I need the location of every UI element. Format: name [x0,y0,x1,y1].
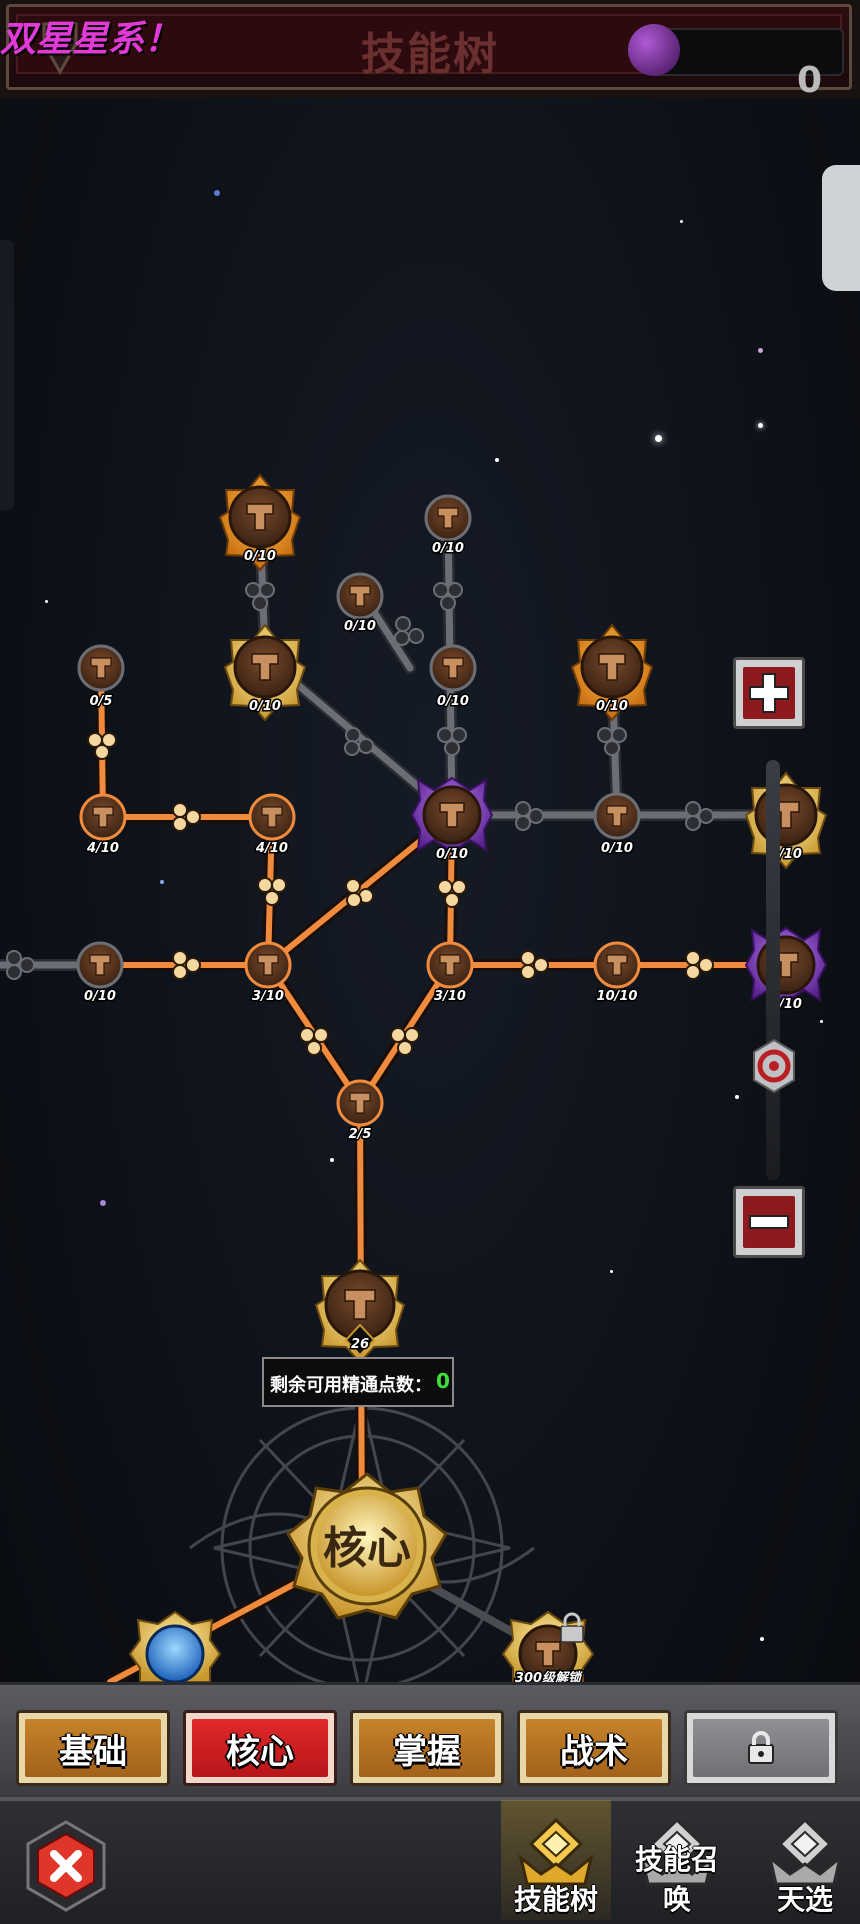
skill-node[interactable]: 0/10 [429,644,477,711]
purple-orb-icon [628,24,680,76]
mastery-level: 26 [351,1337,369,1352]
skill-tree-canvas[interactable]: 0/10 0/10 0/10 0/5 0/10 0/10 0/10 4/10 4… [0,0,860,1682]
plus-icon [749,673,789,713]
skill-node[interactable]: 3/10 [244,941,292,1006]
skill-node[interactable]: 0/10 [76,941,124,1006]
nav-skill-tree-label: 技能树 [513,1883,598,1916]
category-tab-bar: 基础 核心 掌握 战术 [0,1682,860,1797]
skill-node[interactable]: 0/10 [410,776,494,864]
tab-basic[interactable]: 基础 [16,1710,170,1786]
skill-node[interactable]: 0/5 [77,644,125,711]
skill-node[interactable]: 0/10 [223,623,307,722]
locked-skill-node[interactable]: 300级解锁 [501,1610,595,1682]
header-bar: 技能树 双星星系！ 0 [0,0,860,101]
target-icon[interactable] [746,1038,802,1094]
skill-node-level: 0/10 [437,694,469,709]
skill-node[interactable]: 0/10 [570,623,654,722]
skill-node[interactable]: 0/10 [744,771,828,870]
lock-icon [560,1612,584,1643]
zoom-out-button[interactable] [733,1186,805,1258]
tab-basic-label: 基础 [25,1719,161,1777]
mastery-node[interactable]: 26 [314,1258,406,1364]
lock-icon [748,1731,774,1764]
zoom-in-button[interactable] [733,657,805,729]
tab-mastery[interactable]: 掌握 [350,1710,504,1786]
currency-value: 0 [796,60,822,101]
close-button[interactable] [18,1818,114,1914]
nav-skill-summon[interactable]: 技能召唤 [622,1800,732,1920]
remaining-points-box: 剩余可用精通点数： 0 [262,1357,454,1407]
tab-mastery-label: 掌握 [359,1719,495,1777]
remaining-points-label: 剩余可用精通点数： [270,1375,432,1396]
scrolling-announcement: 双星星系！ [0,19,181,60]
tab-tactics[interactable]: 战术 [517,1710,671,1786]
skill-node[interactable]: 2/5 [336,1079,384,1144]
nav-skill-summon-label: 技能召唤 [634,1843,719,1916]
skill-node[interactable]: 4/10 [248,793,296,858]
locked-node-caption: 300级解锁 [515,1670,583,1682]
skill-node-level: 0/10 [432,541,464,556]
side-drawer-handle[interactable] [0,240,14,510]
skill-node[interactable]: 3/10 [426,941,474,1006]
nav-chosen[interactable]: 天选 [750,1800,860,1920]
skill-node[interactable]: 0/10 [744,926,828,1014]
skill-node-level: 0/10 [249,699,281,714]
minus-icon [749,1215,789,1229]
nav-skill-tree[interactable]: 技能树 [501,1800,611,1920]
tab-core-label: 核心 [192,1719,328,1777]
nav-chosen-label: 天选 [776,1883,833,1916]
skill-node[interactable]: 4/10 [79,793,127,858]
skill-node-level: 0/10 [244,549,276,564]
skill-node-level: 0/10 [344,619,376,634]
skill-node[interactable]: 0/10 [218,473,302,572]
skill-node-level: 0/5 [90,694,113,709]
skill-node-level: 0/10 [84,989,116,1004]
skill-node-level: 3/10 [434,989,466,1004]
skill-node[interactable]: 0/10 [593,792,641,858]
skill-node-level: 4/10 [86,841,119,856]
skill-node-level: 10/10 [597,989,638,1004]
skill-node-level: 3/10 [252,989,284,1004]
right-side-tab[interactable] [822,165,860,291]
tab-locked[interactable] [684,1710,838,1786]
tab-core[interactable]: 核心 [183,1710,337,1786]
skill-node-level: 4/10 [255,841,288,856]
skill-node-level: 0/10 [601,841,633,856]
skill-node[interactable]: 0/10 [424,494,472,558]
skill-node[interactable]: 0/10 [336,572,384,636]
tab-tactics-label: 战术 [526,1719,662,1777]
remaining-points-value: 0 [436,1369,450,1393]
skill-node[interactable]: 10/10 [593,941,641,1006]
skill-node-level: 0/10 [436,847,468,862]
zoom-slider-track[interactable] [766,760,780,1180]
blue-skill-node[interactable] [128,1610,222,1682]
skill-node-level: 2/5 [349,1127,372,1142]
skill-node-level: 0/10 [596,699,628,714]
core-label: 核心 [323,1523,411,1574]
